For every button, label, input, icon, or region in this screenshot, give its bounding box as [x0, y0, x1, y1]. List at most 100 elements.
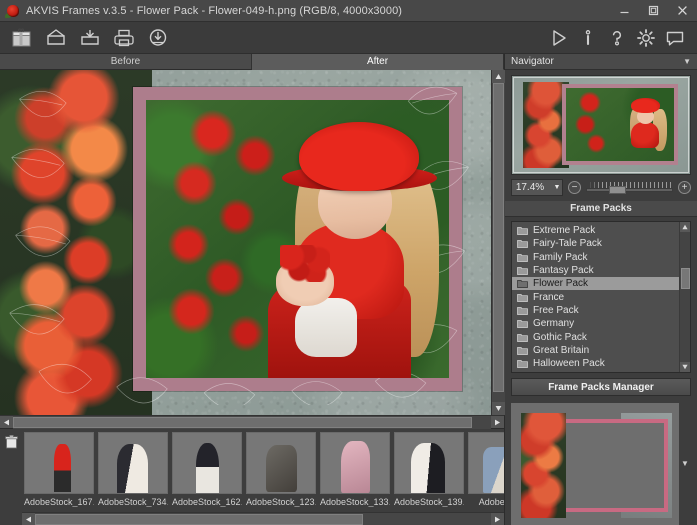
- zoom-slider-rail[interactable]: [586, 188, 673, 192]
- chevron-down-icon[interactable]: ▼: [552, 184, 562, 191]
- thumbnail-image[interactable]: [98, 432, 168, 494]
- scroll-left-button[interactable]: [0, 415, 13, 429]
- list-item-label: Halloween Pack: [533, 358, 605, 370]
- frame-packs-manager-button[interactable]: Frame Packs Manager: [511, 378, 691, 396]
- list-item[interactable]: AdobeStock_162…: [172, 432, 242, 512]
- frame-packs-scroll-thumb[interactable]: [681, 268, 690, 290]
- filmstrip-body: AdobeStock_167… AdobeStock_734… AdobeSto…: [22, 429, 504, 525]
- zoom-slider[interactable]: [586, 181, 673, 194]
- filmstrip-scroll-thumb[interactable]: [35, 513, 364, 525]
- list-item[interactable]: France: [512, 290, 679, 303]
- list-item[interactable]: Gothic Pack: [512, 330, 679, 343]
- frame-packs-scrollbar[interactable]: [679, 222, 690, 372]
- vertical-scroll-thumb[interactable]: [493, 83, 504, 393]
- navigator-preview[interactable]: [511, 75, 691, 175]
- zoom-level-combobox[interactable]: 17.4% ▼: [511, 179, 563, 196]
- folder-icon: [517, 240, 528, 249]
- frame-packs-scroll-down-button[interactable]: [680, 362, 690, 372]
- list-item[interactable]: Free Pack: [512, 304, 679, 317]
- list-item-label: Gothic Pack: [533, 331, 587, 343]
- tab-after[interactable]: After: [252, 54, 504, 70]
- filmstrip-delete-column: [0, 429, 22, 525]
- list-item-selected[interactable]: Flower Pack: [512, 277, 679, 291]
- framed-artwork: [0, 70, 491, 415]
- horizontal-scroll-thumb[interactable]: [13, 416, 472, 428]
- thumbnail-caption: AdobeStock_167…: [24, 497, 94, 507]
- comment-icon[interactable]: [662, 24, 688, 52]
- list-item-label: Extreme Pack: [533, 225, 596, 237]
- selected-frame-preview[interactable]: [511, 403, 679, 525]
- folder-icon: [517, 307, 528, 315]
- chevron-down-icon[interactable]: ▼: [681, 460, 689, 468]
- list-item[interactable]: Halloween Pack: [512, 357, 679, 370]
- tab-before[interactable]: Before: [0, 54, 252, 70]
- filmstrip-scrollbar[interactable]: [22, 512, 504, 525]
- navigator-header: Navigator ▼: [505, 54, 697, 70]
- inner-picture-frame: [132, 87, 462, 391]
- import-frames-icon[interactable]: [142, 24, 174, 52]
- print-image-icon[interactable]: [108, 24, 140, 52]
- rose-border-decoration: [0, 70, 153, 415]
- filmstrip-scroll-track[interactable]: [35, 512, 491, 525]
- navigator-title: Navigator: [511, 56, 554, 67]
- chevron-down-icon[interactable]: ▼: [683, 57, 691, 66]
- list-item[interactable]: Family Pack: [512, 251, 679, 264]
- filmstrip-scroll-right-button[interactable]: [491, 512, 504, 525]
- list-item[interactable]: Germany: [512, 317, 679, 330]
- main-body: Before After AdobeStock_167… AdobeStock_…: [0, 54, 697, 525]
- folder-icon: [517, 320, 528, 329]
- zoom-slider-handle[interactable]: [609, 186, 627, 194]
- info-icon[interactable]: [575, 24, 601, 52]
- thumbnail-image[interactable]: [320, 432, 390, 494]
- girl-photo-subject: [249, 111, 443, 378]
- thumbnail-image[interactable]: [394, 432, 464, 494]
- maximize-button[interactable]: [639, 0, 668, 21]
- list-item[interactable]: Extreme Pack: [512, 224, 679, 237]
- list-item-label: Fantasy Pack: [533, 265, 594, 277]
- scroll-right-button[interactable]: [491, 415, 504, 429]
- trash-icon[interactable]: [4, 435, 18, 454]
- scroll-down-button[interactable]: [492, 402, 505, 415]
- list-item[interactable]: Fairy-Tale Pack: [512, 237, 679, 250]
- window-title: AKVIS Frames v.3.5 - Flower Pack - Flowe…: [26, 4, 403, 17]
- save-image-icon[interactable]: [74, 24, 106, 52]
- run-icon[interactable]: [546, 24, 572, 52]
- vertical-scroll-track[interactable]: [492, 83, 505, 402]
- list-item[interactable]: AdobeSto…: [468, 432, 504, 512]
- zoom-out-button[interactable]: −: [568, 181, 581, 194]
- minimize-button[interactable]: [610, 0, 639, 21]
- thumbnail-image[interactable]: [172, 432, 242, 494]
- list-item[interactable]: AdobeStock_167…: [24, 432, 94, 512]
- list-item[interactable]: AdobeStock_133…: [320, 432, 390, 512]
- filmstrip-scroll-left-button[interactable]: [22, 512, 35, 525]
- filmstrip-thumbnails: AdobeStock_167… AdobeStock_734… AdobeSto…: [22, 429, 504, 512]
- frame-preview-art: [521, 412, 673, 518]
- open-image-icon[interactable]: [40, 24, 72, 52]
- list-item[interactable]: Fantasy Pack: [512, 264, 679, 277]
- zoom-in-button[interactable]: +: [678, 181, 691, 194]
- thumbnail-image[interactable]: [468, 432, 504, 494]
- settings-icon[interactable]: [633, 24, 659, 52]
- frame-packs-scroll-track[interactable]: [680, 232, 690, 362]
- image-canvas[interactable]: [0, 70, 491, 415]
- help-icon[interactable]: [604, 24, 630, 52]
- canvas-vertical-scrollbar[interactable]: [491, 70, 505, 415]
- horizontal-scroll-track[interactable]: [13, 415, 491, 429]
- thumbnail-image[interactable]: [246, 432, 316, 494]
- thumbnail-image[interactable]: [24, 432, 94, 494]
- scroll-up-button[interactable]: [492, 70, 505, 83]
- frame-packs-items: Extreme Pack Fairy-Tale Pack Family Pack…: [512, 222, 679, 372]
- list-item[interactable]: AdobeStock_139…: [394, 432, 464, 512]
- list-item[interactable]: AdobeStock_734…: [98, 432, 168, 512]
- list-item[interactable]: AdobeStock_123…: [246, 432, 316, 512]
- list-item-label: Free Pack: [533, 304, 579, 316]
- frame-pack-icon[interactable]: [6, 24, 38, 52]
- close-button[interactable]: [668, 0, 697, 21]
- canvas-horizontal-scrollbar[interactable]: [0, 415, 504, 429]
- frame-packs-list[interactable]: Extreme Pack Fairy-Tale Pack Family Pack…: [511, 221, 691, 373]
- frame-preview-expander[interactable]: ▼: [679, 403, 691, 525]
- list-item[interactable]: Great Britain: [512, 344, 679, 357]
- thumbnail-caption: AdobeStock_123…: [246, 497, 316, 507]
- thumbnail-caption: AdobeStock_133…: [320, 497, 390, 507]
- frame-packs-scroll-up-button[interactable]: [680, 222, 690, 232]
